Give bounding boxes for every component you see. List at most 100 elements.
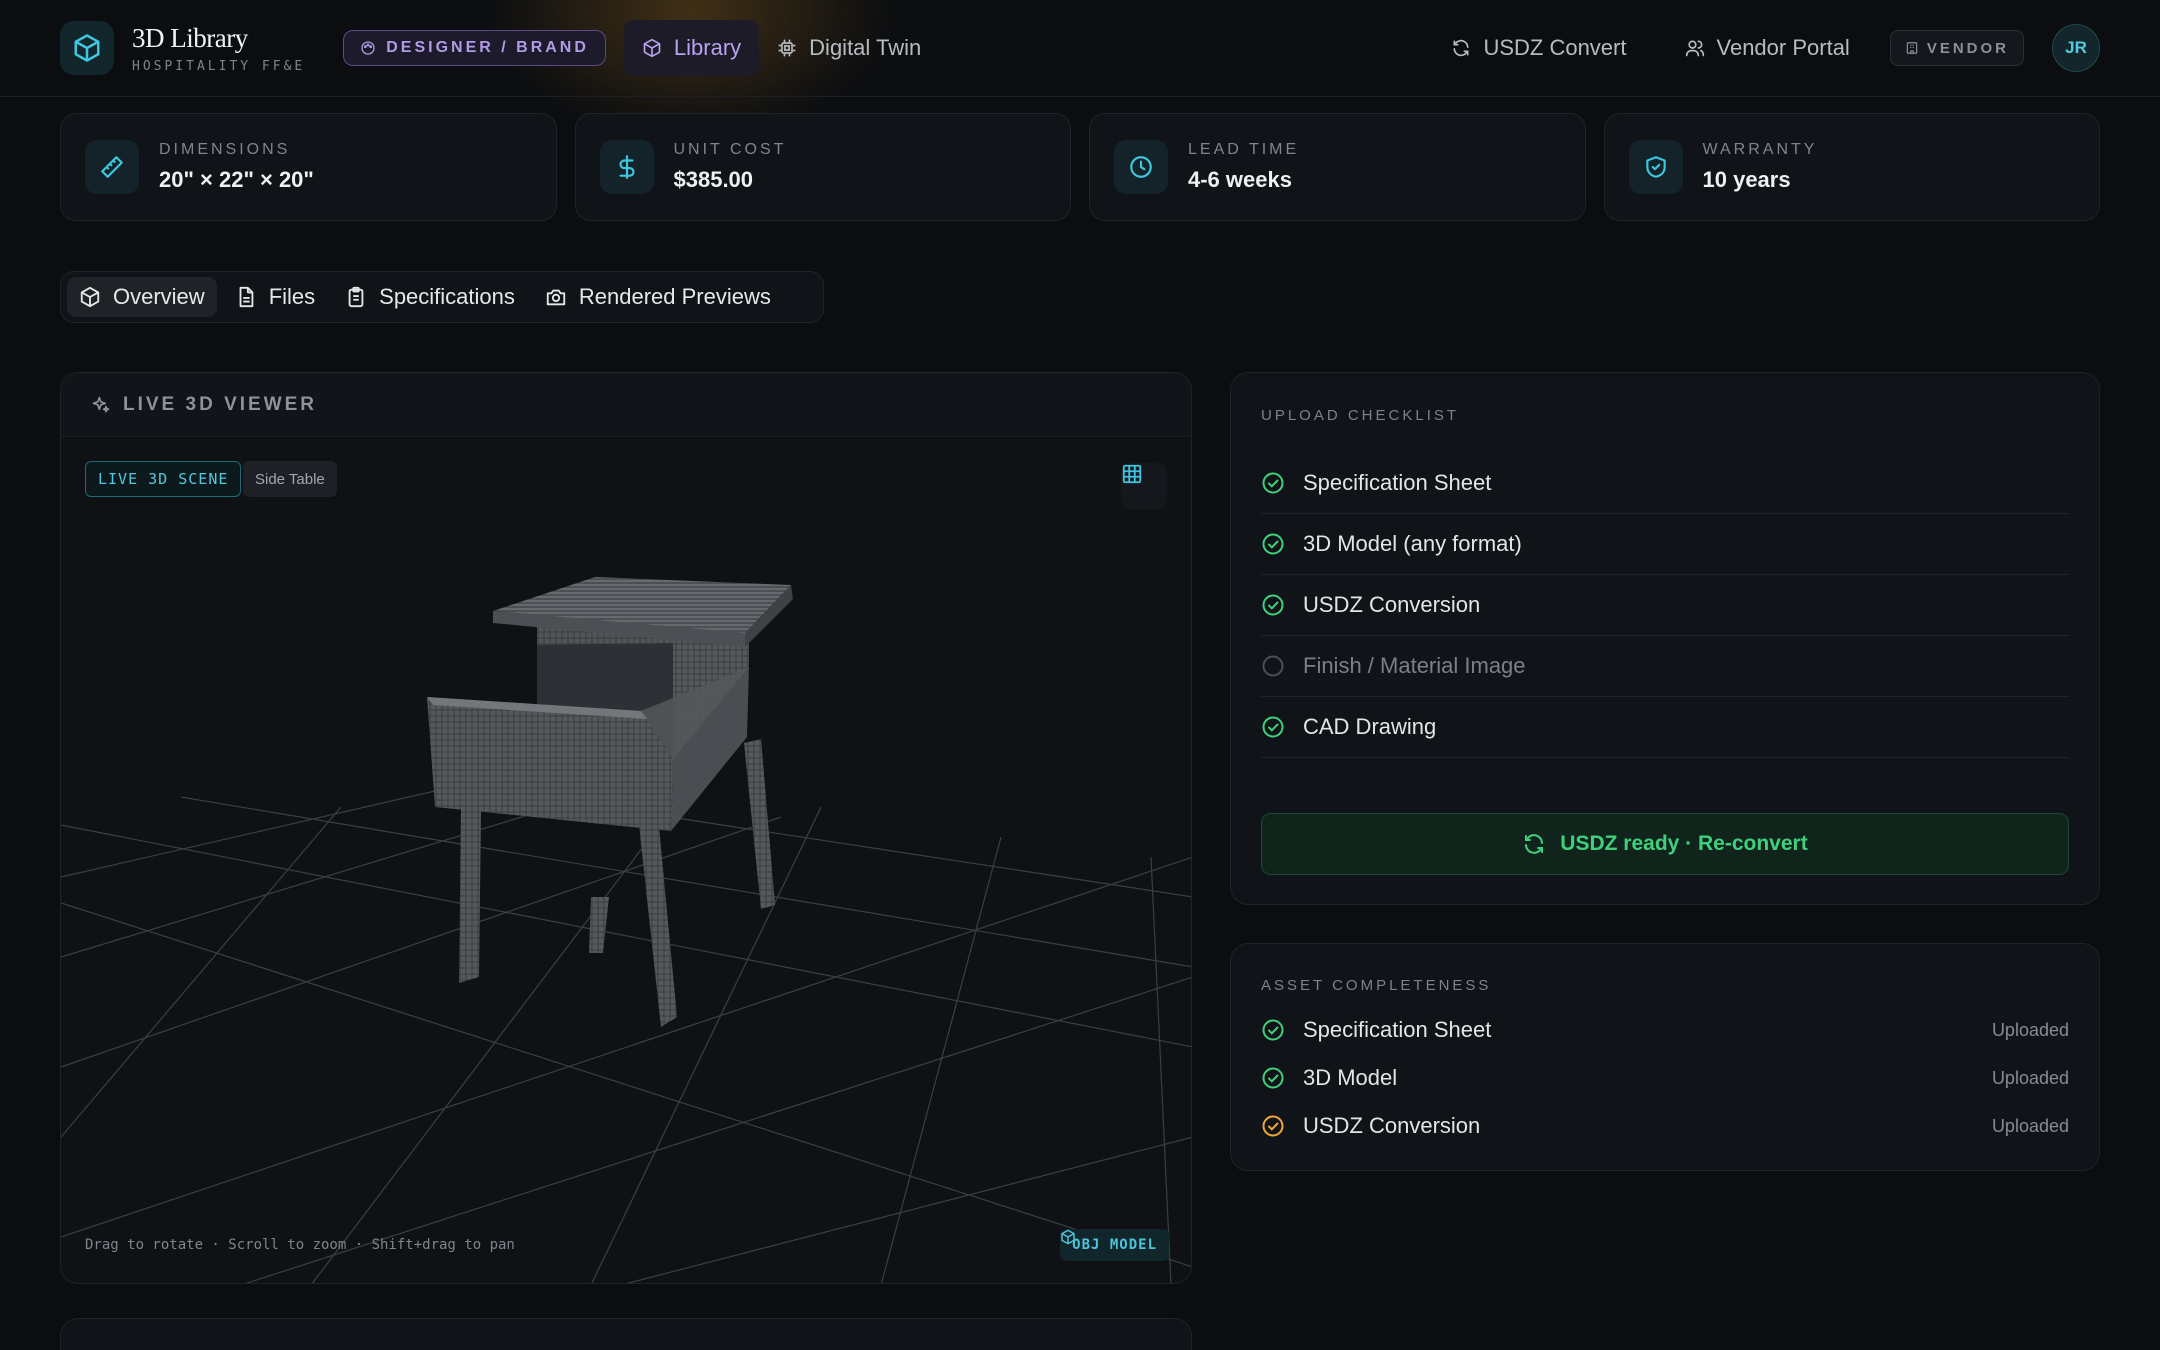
nav-library-label: Library [673,35,742,60]
vendor-badge[interactable]: VENDOR [1889,30,2024,66]
role-label: DESIGNER / BRAND [386,39,589,56]
check-circle-icon [1262,533,1284,555]
model-format-label: OBJ MODEL [1072,1237,1157,1253]
checklist-title: UPLOAD CHECKLIST [1261,407,1460,424]
check-circle-warning-icon [1262,1115,1284,1137]
chip-icon [778,39,796,57]
usdz-reconvert-button[interactable]: USDZ ready · Re-convert [1261,813,2069,875]
vendor-label: VENDOR [1926,39,2009,57]
viewer-controls-hint: Drag to rotate · Scroll to zoom · Shift+… [85,1237,515,1253]
grid-icon [1122,464,1142,484]
completeness-item-label: USDZ Conversion [1303,1113,1481,1138]
stat-label: WARRANTY [1702,141,1818,158]
completeness-list: Specification Sheet Uploaded 3D Model Up… [1261,1006,2069,1150]
tab-label: Overview [113,284,205,309]
next-section-card [60,1318,1192,1350]
usdz-reconvert-label: USDZ ready · Re-convert [1560,832,1808,855]
tab-overview[interactable]: Overview [67,277,217,317]
stat-card-dimensions: DIMENSIONS 20" × 22" × 20" [60,113,557,221]
camera-icon [546,289,566,306]
checklist-list: Specification Sheet 3D Model (any format… [1261,453,2069,758]
nav-usdz-convert-label: USDZ Convert [1483,35,1627,60]
completeness-item-label: 3D Model [1303,1065,1398,1090]
sparkles-icon [92,396,110,412]
user-avatar[interactable]: JR [2052,24,2100,72]
live-3d-viewer-card: LIVE 3D VIEWER LIVE 3D SCENE Side Table … [60,372,1192,1284]
tab-label: Rendered Previews [578,284,771,309]
toggle-grid-button[interactable] [1121,463,1167,509]
nav-digital-twin-label: Digital Twin [809,35,922,60]
checklist-item-label: 3D Model (any format) [1303,531,1522,556]
completeness-item-status: Uploaded [1991,1067,2069,1088]
checklist-item-label: CAD Drawing [1303,714,1437,739]
cube-icon [643,38,661,58]
viewer-title: LIVE 3D VIEWER [123,393,318,415]
clipboard-icon [348,286,364,308]
stat-label: DIMENSIONS [159,141,291,158]
tab-label: Files [268,284,316,309]
nav-library[interactable]: Library [623,20,760,76]
checklist-item: Finish / Material Image [1261,636,2069,697]
tab-files[interactable]: Files [223,277,327,317]
stat-value: 20" × 22" × 20" [159,167,314,192]
tab-specifications[interactable]: Specifications [333,277,527,317]
item-stats-row: DIMENSIONS 20" × 22" × 20" UNIT COST $38… [60,113,2100,221]
model-format-badge: OBJ MODEL [1060,1229,1169,1261]
asset-completeness-panel: ASSET COMPLETENESS Specification Sheet U… [1230,943,2100,1171]
nav-vendor-portal-label: Vendor Portal [1716,35,1850,60]
file-icon [239,286,254,308]
role-switcher-button[interactable]: DESIGNER / BRAND [343,30,606,66]
checklist-item: USDZ Conversion [1261,575,2069,636]
upload-checklist-panel: UPLOAD CHECKLIST Specification Sheet 3D … [1230,372,2100,905]
building-icon [1906,42,1918,54]
3d-canvas[interactable]: LIVE 3D SCENE Side Table Drag to rotate … [61,437,1191,1283]
completeness-item-status: Uploaded [1991,1115,2069,1136]
empty-circle-icon [1262,655,1284,677]
checklist-item-label: USDZ Conversion [1303,592,1481,617]
nav-digital-twin[interactable]: Digital Twin [759,20,939,76]
completeness-title: ASSET COMPLETENESS [1261,977,1492,994]
brand-title: 3D Library [132,22,248,53]
stat-card-unit-cost: UNIT COST $385.00 [574,113,1071,221]
cube-icon [1061,1229,1075,1245]
dollar-icon [599,140,654,194]
refresh-icon [1525,834,1544,854]
clock-icon [1114,140,1168,194]
stat-value: 4-6 weeks [1188,167,1292,192]
check-circle-icon [1262,1067,1284,1089]
checklist-item: CAD Drawing [1261,697,2069,758]
stat-value: 10 years [1702,167,1791,192]
shield-icon [1628,140,1683,194]
brand: 3D Library HOSPITALITY FF&E [132,23,305,74]
stat-label: UNIT COST [673,141,787,158]
completeness-item: Specification Sheet Uploaded [1261,1006,2069,1054]
viewer-header: LIVE 3D VIEWER [61,373,1191,437]
tab-rendered-previews[interactable]: Rendered Previews [533,277,783,317]
stat-label: LEAD TIME [1188,141,1300,158]
checklist-item-label: Specification Sheet [1303,470,1492,495]
header-right-nav: USDZ Convert Vendor Portal VENDOR [1433,20,2024,76]
detail-tabs: Overview Files Specifications Rendered P… [60,271,824,323]
checklist-item-label: Finish / Material Image [1303,653,1526,678]
refresh-icon [1453,39,1469,57]
stat-card-lead-time: LEAD TIME 4-6 weeks [1089,113,1586,221]
completeness-item: 3D Model Uploaded [1261,1054,2069,1102]
checklist-item: 3D Model (any format) [1261,514,2069,575]
check-circle-icon [1262,472,1284,494]
completeness-item-label: Specification Sheet [1303,1017,1492,1042]
checklist-item: Specification Sheet [1261,453,2069,514]
3d-scene-graphic [61,437,1191,1283]
completeness-item: USDZ Conversion Uploaded [1261,1102,2069,1150]
check-circle-icon [1262,1019,1284,1041]
logo-cube-icon[interactable] [60,21,114,75]
top-navigation-bar: 3D Library HOSPITALITY FF&E DESIGNER / B… [0,0,2160,97]
ruler-icon [85,140,139,194]
check-circle-icon [1262,716,1284,738]
palette-icon [361,41,375,55]
nav-usdz-convert[interactable]: USDZ Convert [1433,20,1644,76]
check-circle-icon [1262,594,1284,616]
item-name-tag: Side Table [243,461,337,497]
brand-subtitle: HOSPITALITY FF&E [132,58,306,74]
nav-vendor-portal[interactable]: Vendor Portal [1667,20,1868,76]
tab-label: Specifications [379,284,515,309]
